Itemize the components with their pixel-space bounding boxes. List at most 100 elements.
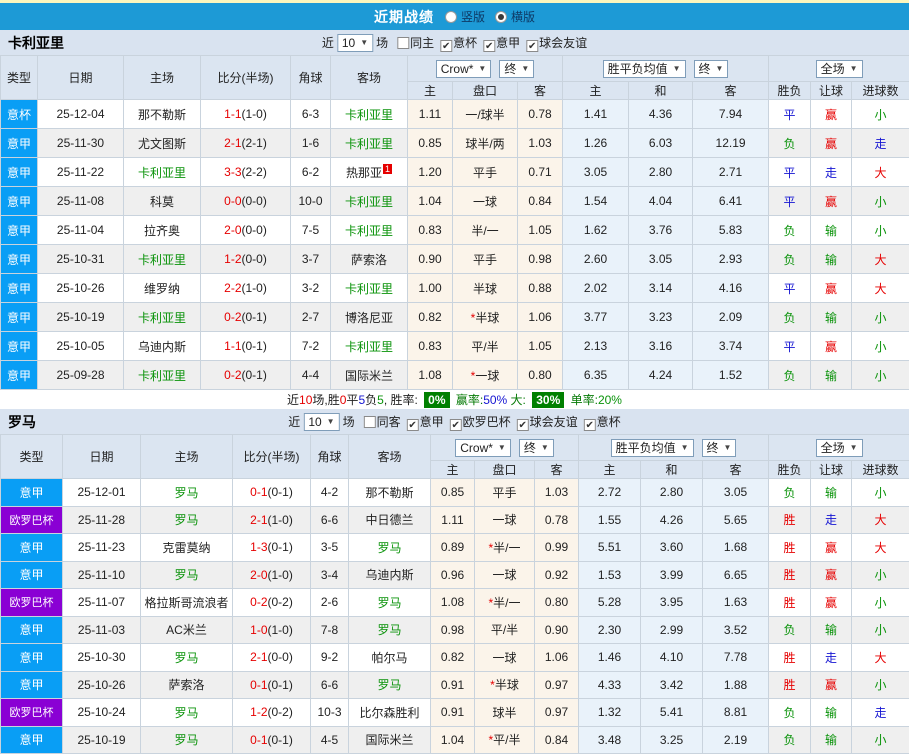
- cell-away-team: 卡利亚里: [331, 100, 408, 129]
- cell-odds-away: 0.78: [535, 506, 579, 534]
- radio-button-icon[interactable]: [445, 11, 457, 23]
- filter-checkbox-意杯[interactable]: ✔意杯: [578, 415, 621, 429]
- match-row: 欧罗巴杯25-11-07格拉斯哥流浪者0-2(0-2)2-6罗马1.08*半/一…: [1, 589, 909, 617]
- cell-odds-home: 0.90: [408, 245, 453, 274]
- cell-corner: 7-2: [291, 332, 331, 361]
- filter-checkbox-球会友谊[interactable]: ✔球会友谊: [511, 415, 578, 429]
- odds-source-select[interactable]: Crow*▼: [455, 439, 511, 457]
- col-header-home: 主场: [124, 56, 201, 100]
- cell-avg-home: 6.35: [563, 361, 629, 390]
- sub-header-odds-home: 主: [431, 461, 475, 479]
- cell-date: 25-11-10: [63, 561, 141, 589]
- cell-goals-result: 大: [852, 158, 909, 187]
- cell-avg-home: 1.46: [579, 644, 641, 672]
- cell-score: 2-2(1-0): [201, 274, 291, 303]
- cell-goals-result: 小: [852, 100, 909, 129]
- cell-corner: 4-5: [311, 726, 349, 754]
- games-count-select[interactable]: 10 ▼: [337, 34, 373, 52]
- cell-goals-result: 小: [852, 616, 909, 644]
- cell-avg-draw: 2.80: [641, 479, 703, 507]
- cell-avg-away: 5.83: [693, 216, 769, 245]
- filter-checkbox-意甲[interactable]: ✔意甲: [401, 415, 444, 429]
- checkbox-icon[interactable]: ✔: [440, 40, 452, 52]
- avg-type-select[interactable]: 胜平负均值▼: [611, 439, 694, 457]
- cell-result: 负: [769, 616, 811, 644]
- checkbox-icon[interactable]: ✔: [584, 419, 596, 431]
- col-header-home: 主场: [141, 435, 233, 479]
- radio-label-竖版[interactable]: 竖版: [461, 8, 485, 25]
- sub-header-handicap-result: 让球: [811, 461, 852, 479]
- cell-corner: 7-8: [311, 616, 349, 644]
- cell-home-team: 罗马: [141, 726, 233, 754]
- col-header-date: 日期: [38, 56, 124, 100]
- games-count-select[interactable]: 10 ▼: [303, 413, 339, 431]
- cell-home-team: 那不勒斯: [124, 100, 201, 129]
- cell-date: 25-10-31: [38, 245, 124, 274]
- league-type-badge: 意甲: [1, 129, 38, 158]
- cell-avg-away: 3.52: [703, 616, 769, 644]
- avg-stage-select[interactable]: 终▼: [694, 60, 729, 78]
- cell-result: 平: [769, 100, 811, 129]
- cell-avg-draw: 4.26: [641, 506, 703, 534]
- avg-stage-select[interactable]: 终▼: [702, 439, 737, 457]
- cell-handicap-result: 输: [811, 616, 852, 644]
- avg-type-select[interactable]: 胜平负均值▼: [603, 60, 686, 78]
- cell-goals-result: 小: [852, 187, 909, 216]
- checkbox-icon[interactable]: [397, 37, 409, 49]
- filter-checkbox-意甲[interactable]: ✔意甲: [477, 36, 520, 50]
- odds-stage-select[interactable]: 终▼: [499, 60, 534, 78]
- cell-home-team: 罗马: [141, 644, 233, 672]
- cell-handicap: *半球: [475, 671, 535, 699]
- match-row: 意甲25-11-22卡利亚里3-3(2-2)6-2热那亚11.20平手0.713…: [1, 158, 909, 187]
- cell-avg-home: 1.32: [579, 699, 641, 727]
- filter-checkbox-意杯[interactable]: ✔意杯: [434, 36, 477, 50]
- cell-score: 2-0(0-0): [201, 216, 291, 245]
- cell-avg-away: 1.63: [703, 589, 769, 617]
- odds-source-select[interactable]: Crow*▼: [436, 60, 492, 78]
- cell-score: 0-1(0-1): [233, 671, 311, 699]
- radio-button-icon[interactable]: [495, 11, 507, 23]
- cell-avg-draw: 4.36: [629, 100, 693, 129]
- cell-avg-away: 4.16: [693, 274, 769, 303]
- checkbox-icon[interactable]: ✔: [407, 419, 419, 431]
- filter-checkbox-同主[interactable]: 同主: [391, 36, 434, 50]
- cell-goals-result: 小: [852, 561, 909, 589]
- match-row: 意甲25-11-03AC米兰1-0(1-0)7-8罗马0.98平/半0.902.…: [1, 616, 909, 644]
- cell-result: 胜: [769, 506, 811, 534]
- cell-result: 胜: [769, 644, 811, 672]
- cell-handicap-result: 走: [811, 644, 852, 672]
- filter-checkbox-欧罗巴杯[interactable]: ✔欧罗巴杯: [444, 415, 511, 429]
- fulltime-select[interactable]: 全场▼: [816, 439, 863, 457]
- checkbox-icon[interactable]: ✔: [517, 419, 529, 431]
- cell-home-team: 格拉斯哥流浪者: [141, 589, 233, 617]
- fulltime-select[interactable]: 全场▼: [816, 60, 863, 78]
- cell-result: 胜: [769, 671, 811, 699]
- cell-date: 25-10-24: [63, 699, 141, 727]
- filter-checkbox-球会友谊[interactable]: ✔球会友谊: [520, 36, 587, 50]
- match-row: 意杯25-12-04那不勒斯1-1(1-0)6-3卡利亚里1.11一/球半0.7…: [1, 100, 909, 129]
- filter-checkbox-同客[interactable]: 同客: [358, 415, 401, 429]
- match-row: 意甲25-12-01罗马0-1(0-1)4-2那不勒斯0.85平手1.032.7…: [1, 479, 909, 507]
- cell-away-team: 博洛尼亚: [331, 303, 408, 332]
- layout-radio-group: 竖版 横版: [439, 8, 535, 25]
- league-type-badge: 欧罗巴杯: [1, 506, 63, 534]
- top-title-bar: 近期战绩 竖版横版: [0, 0, 909, 30]
- cell-goals-result: 大: [852, 245, 909, 274]
- odds-stage-select[interactable]: 终▼: [519, 439, 554, 457]
- checkbox-icon[interactable]: ✔: [450, 419, 462, 431]
- cell-handicap-result: 输: [811, 361, 852, 390]
- checkbox-icon[interactable]: ✔: [526, 40, 538, 52]
- cell-score: 0-2(0-1): [201, 303, 291, 332]
- col-header-type: 类型: [1, 56, 38, 100]
- cell-result: 平: [769, 274, 811, 303]
- radio-label-横版[interactable]: 横版: [511, 8, 535, 25]
- cell-handicap: *一球: [453, 361, 518, 390]
- league-type-badge: 意甲: [1, 726, 63, 754]
- cell-date: 25-12-01: [63, 479, 141, 507]
- match-row: 意甲25-10-26萨索洛0-1(0-1)6-6罗马0.91*半球0.974.3…: [1, 671, 909, 699]
- cell-away-team: 比尔森胜利: [349, 699, 431, 727]
- near-label: 近: [322, 34, 334, 51]
- checkbox-icon[interactable]: ✔: [483, 40, 495, 52]
- cell-handicap-result: 赢: [811, 274, 852, 303]
- checkbox-icon[interactable]: [364, 416, 376, 428]
